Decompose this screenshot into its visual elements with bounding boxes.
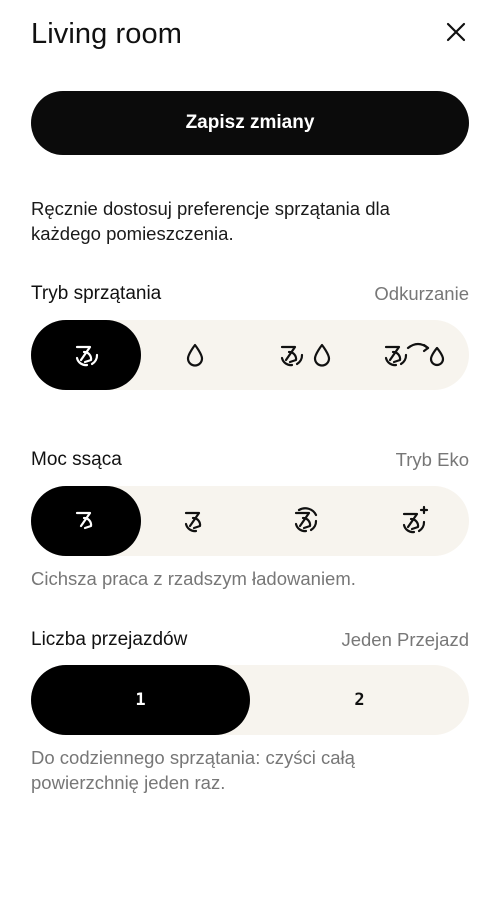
suction-option-eco[interactable]	[31, 486, 141, 556]
fan-then-drop-icon	[385, 342, 445, 367]
page-title: Living room	[31, 18, 182, 50]
suction-option-turbo[interactable]	[250, 486, 360, 556]
description-text: Ręcznie dostosuj preferencje sprzątania …	[31, 198, 390, 244]
passes-option-1[interactable]: 1	[31, 665, 250, 735]
suction-power-label: Moc ssąca	[31, 449, 122, 470]
close-icon	[446, 22, 466, 42]
fan-max-plus-icon	[403, 505, 429, 534]
cleaning-mode-selector	[31, 320, 469, 390]
passes-label: Liczba przejazdów	[31, 629, 188, 650]
close-button[interactable]	[442, 18, 470, 46]
save-changes-button[interactable]: Zapisz zmiany	[31, 91, 469, 155]
passes-selector: 1 2	[31, 665, 469, 735]
cleaning-mode-value: Odkurzanie	[374, 283, 469, 304]
suction-option-standard[interactable]	[141, 486, 251, 556]
passes-header: Liczba przejazdów Jeden Przejazd	[31, 629, 469, 655]
cleaning-mode-label: Tryb sprzątania	[31, 283, 162, 304]
suction-option-max-plus[interactable]	[360, 486, 470, 556]
passes-hint: Do codziennego sprzątania: czyści całą p…	[31, 747, 355, 793]
cleaning-mode-header: Tryb sprzątania Odkurzanie	[31, 283, 469, 309]
suction-power-value: Tryb Eko	[395, 449, 469, 470]
cleaning-mode-option-mop[interactable]	[141, 320, 251, 390]
fan-eco-icon	[75, 511, 92, 530]
water-drop-icon	[187, 343, 204, 367]
fan-icon	[75, 345, 98, 367]
passes-option-2[interactable]: 2	[250, 665, 469, 735]
cleaning-mode-option-vacuum[interactable]	[31, 320, 141, 390]
passes-option-label: 2	[354, 690, 365, 710]
fan-max-icon	[294, 507, 317, 533]
cleaning-mode-option-vacuum-and-mop[interactable]	[250, 320, 360, 390]
suction-power-selector	[31, 486, 469, 556]
header: Living room	[31, 16, 470, 56]
passes-option-label: 1	[135, 690, 146, 710]
passes-value: Jeden Przejazd	[341, 629, 469, 650]
cleaning-mode-option-vacuum-then-mop[interactable]	[360, 320, 470, 390]
suction-power-hint: Cichsza praca z rzadszym ładowaniem.	[31, 568, 356, 589]
fan-and-drop-icon	[280, 343, 330, 367]
suction-power-header: Moc ssąca Tryb Eko	[31, 449, 469, 475]
fan-standard-icon	[185, 511, 202, 533]
